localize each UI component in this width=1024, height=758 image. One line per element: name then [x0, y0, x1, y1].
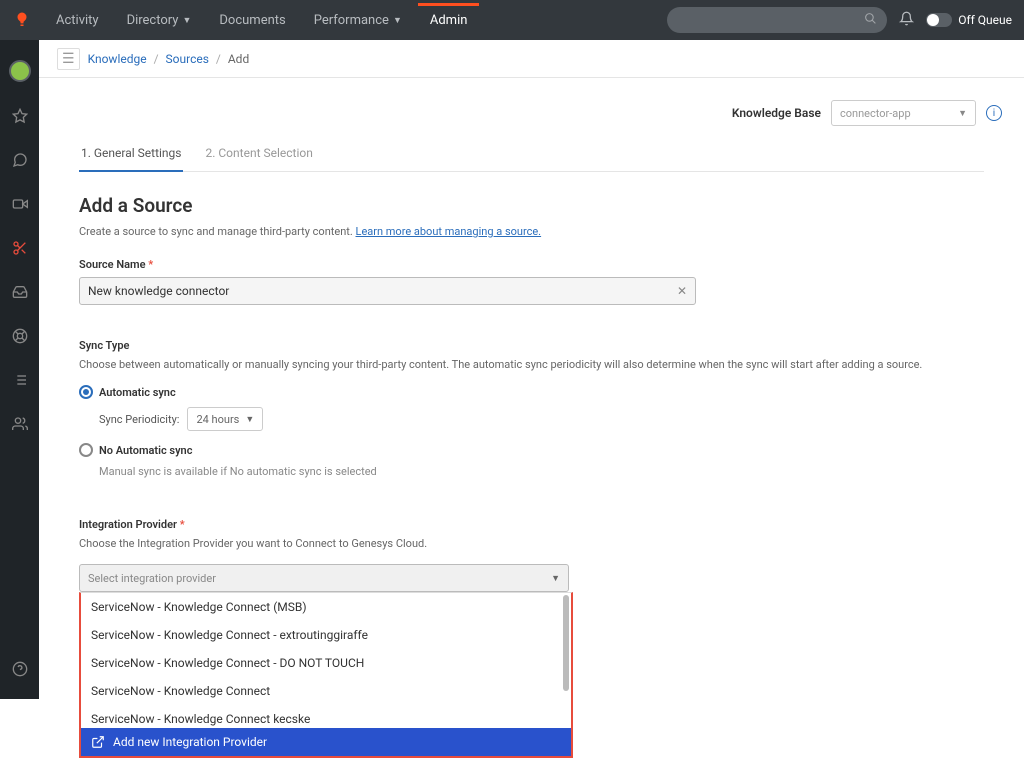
top-header: Activity Directory▼ Documents Performanc…: [0, 0, 1024, 40]
avatar-icon[interactable]: [9, 60, 31, 82]
integration-dropdown: ServiceNow - Knowledge Connect (MSB) Ser…: [79, 592, 573, 758]
header-right: Off Queue: [667, 7, 1012, 33]
info-icon[interactable]: i: [986, 105, 1002, 121]
source-name-label: Source Name *: [79, 258, 984, 271]
radio-auto-sync[interactable]: Automatic sync: [79, 385, 984, 399]
queue-toggle[interactable]: [926, 13, 952, 27]
tab-general-settings[interactable]: 1. General Settings: [79, 136, 183, 172]
add-integration-provider-button[interactable]: Add new Integration Provider: [81, 728, 571, 756]
notifications-icon[interactable]: [899, 11, 914, 30]
integration-select[interactable]: Select integration provider ▼: [79, 564, 569, 592]
breadcrumb-bar: ☰ Knowledge / Sources / Add: [39, 40, 1024, 78]
queue-toggle-area: Off Queue: [926, 13, 1012, 27]
chevron-down-icon: ▼: [551, 573, 560, 584]
main-content: ☰ Knowledge / Sources / Add Knowledge Ba…: [39, 40, 1024, 699]
radio-icon: [79, 385, 93, 399]
global-search[interactable]: [667, 7, 887, 33]
chevron-down-icon: ▼: [182, 15, 191, 26]
life-ring-icon[interactable]: [10, 326, 30, 346]
integration-option[interactable]: ServiceNow - Knowledge Connect (MSB): [81, 593, 571, 621]
kb-select[interactable]: connector-app ▼: [831, 100, 976, 126]
wizard-tabs: 1. General Settings 2. Content Selection: [79, 136, 984, 172]
nav-activity[interactable]: Activity: [44, 3, 111, 38]
nav-admin[interactable]: Admin: [418, 3, 480, 38]
clear-icon[interactable]: ✕: [677, 284, 687, 298]
page-subtitle: Create a source to sync and manage third…: [79, 225, 984, 238]
tab-content-selection[interactable]: 2. Content Selection: [203, 136, 314, 171]
search-icon: [864, 12, 877, 29]
nav-directory[interactable]: Directory▼: [115, 3, 204, 38]
hamburger-icon[interactable]: ☰: [57, 48, 80, 70]
sync-type-title: Sync Type: [79, 339, 984, 352]
chevron-down-icon: ▼: [245, 414, 254, 425]
form-content: 1. General Settings 2. Content Selection…: [39, 136, 1024, 758]
inbox-icon[interactable]: [10, 282, 30, 302]
learn-more-link[interactable]: Learn more about managing a source.: [356, 225, 542, 238]
people-icon[interactable]: [10, 414, 30, 434]
integration-option-list[interactable]: ServiceNow - Knowledge Connect (MSB) Ser…: [81, 593, 571, 728]
queue-label: Off Queue: [958, 13, 1012, 27]
chevron-down-icon: ▼: [393, 15, 402, 26]
radio-no-auto-sync[interactable]: No Automatic sync: [79, 443, 984, 457]
breadcrumb-sources[interactable]: Sources: [166, 52, 209, 66]
genesys-logo-icon: [12, 10, 32, 30]
breadcrumb-current: Add: [228, 52, 249, 66]
breadcrumb: Knowledge / Sources / Add: [88, 52, 250, 66]
breadcrumb-knowledge[interactable]: Knowledge: [88, 52, 147, 66]
integration-option[interactable]: ServiceNow - Knowledge Connect: [81, 677, 571, 705]
integration-label: Integration Provider *: [79, 518, 984, 531]
radio-icon: [79, 443, 93, 457]
integration-option[interactable]: ServiceNow - Knowledge Connect - extrout…: [81, 621, 571, 649]
integration-provider-section: Integration Provider * Choose the Integr…: [79, 518, 984, 758]
video-icon[interactable]: [10, 194, 30, 214]
page-title: Add a Source: [79, 194, 984, 217]
kb-label: Knowledge Base: [732, 106, 821, 120]
left-sidebar: [0, 40, 39, 699]
help-icon[interactable]: [10, 659, 30, 679]
list-icon[interactable]: [10, 370, 30, 390]
chevron-down-icon: ▼: [958, 108, 967, 119]
nav-performance[interactable]: Performance▼: [302, 3, 414, 38]
top-nav: Activity Directory▼ Documents Performanc…: [44, 3, 479, 38]
no-auto-hint: Manual sync is available if No automatic…: [99, 465, 984, 478]
integration-option[interactable]: ServiceNow - Knowledge Connect - DO NOT …: [81, 649, 571, 677]
knowledge-base-selector-area: Knowledge Base connector-app ▼ i: [732, 100, 1002, 126]
periodicity-select[interactable]: 24 hours ▼: [187, 407, 263, 431]
periodicity-row: Sync Periodicity: 24 hours ▼: [99, 407, 984, 431]
external-link-icon: [91, 735, 105, 749]
star-icon[interactable]: [10, 106, 30, 126]
chat-icon[interactable]: [10, 150, 30, 170]
sync-type-section: Sync Type Choose between automatically o…: [79, 339, 984, 478]
integration-option[interactable]: ServiceNow - Knowledge Connect kecske: [81, 705, 571, 728]
integration-desc: Choose the Integration Provider you want…: [79, 537, 984, 550]
nav-documents[interactable]: Documents: [207, 3, 297, 38]
source-name-input[interactable]: New knowledge connector ✕: [79, 277, 696, 305]
sync-type-desc: Choose between automatically or manually…: [79, 358, 984, 371]
scissors-icon[interactable]: [10, 238, 30, 258]
